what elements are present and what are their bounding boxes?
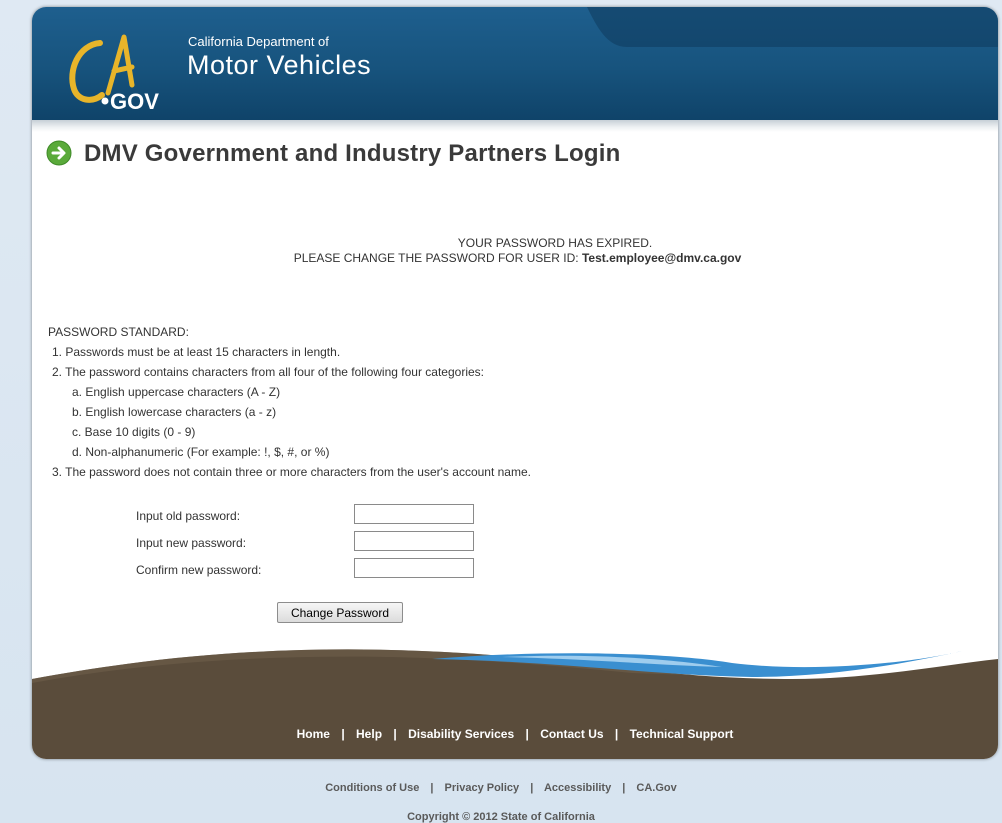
page-frame: GOV California Department of Motor Vehic…: [32, 7, 998, 759]
footer-link-home[interactable]: Home: [297, 727, 330, 741]
rule-account-name: 3. The password does not contain three o…: [52, 465, 531, 479]
header-highlight: [587, 7, 998, 47]
confirm-password-input[interactable]: [354, 558, 474, 578]
change-password-button[interactable]: Change Password: [277, 602, 403, 623]
category-digits: c. Base 10 digits (0 - 9): [72, 425, 196, 439]
new-password-label: Input new password:: [136, 536, 247, 550]
expired-message: YOUR PASSWORD HAS EXPIRED. PLEASE CHANGE…: [32, 236, 998, 266]
footer-link-contact-us[interactable]: Contact Us: [540, 727, 603, 741]
site-header: GOV California Department of Motor Vehic…: [32, 7, 998, 120]
dept-subtitle: California Department of: [188, 34, 329, 49]
legal-separator: |: [530, 782, 534, 794]
old-password-input[interactable]: [354, 504, 474, 524]
old-password-label: Input old password:: [136, 509, 241, 523]
legal-separator: |: [430, 782, 434, 794]
link-accessibility[interactable]: Accessibility: [544, 782, 611, 794]
footer-separator: |: [525, 727, 529, 741]
dept-title: Motor Vehicles: [187, 50, 372, 80]
change-password-line: PLEASE CHANGE THE PASSWORD FOR USER ID: …: [32, 251, 998, 266]
password-standard: PASSWORD STANDARD: 1. Passwords must be …: [48, 322, 531, 482]
legal-nav: Conditions of Use | Privacy Policy | Acc…: [0, 782, 1002, 794]
footer-nav: Home | Help | Disability Services | Cont…: [32, 727, 998, 741]
svg-text:GOV: GOV: [110, 89, 159, 113]
legal-separator: |: [622, 782, 626, 794]
user-id: Test.employee@dmv.ca.gov: [581, 251, 742, 265]
link-privacy-policy[interactable]: Privacy Policy: [445, 782, 520, 794]
footer-separator: |: [393, 727, 397, 741]
ca-gov-logo-icon: GOV: [69, 34, 159, 113]
link-conditions-of-use[interactable]: Conditions of Use: [325, 782, 419, 794]
arrow-right-circle-icon: [46, 140, 72, 166]
footer-link-disability-services[interactable]: Disability Services: [408, 727, 514, 741]
footer-separator: |: [614, 727, 619, 741]
confirm-password-label: Confirm new password:: [136, 563, 262, 577]
standard-heading: PASSWORD STANDARD:: [48, 325, 189, 339]
new-password-input[interactable]: [354, 531, 474, 551]
expired-line: YOUR PASSWORD HAS EXPIRED.: [457, 236, 653, 250]
copyright: Copyright © 2012 State of California: [407, 811, 595, 823]
page-title: DMV Government and Industry Partners Log…: [84, 140, 621, 167]
rule-length: 1. Passwords must be at least 15 charact…: [52, 345, 341, 359]
footer-separator: |: [341, 727, 345, 741]
link-ca-gov[interactable]: CA.Gov: [636, 782, 676, 794]
category-nonalphanumeric: d. Non-alphanumeric (For example: !, $, …: [72, 445, 330, 459]
rule-categories: 2. The password contains characters from…: [52, 365, 484, 379]
category-lowercase: b. English lowercase characters (a - z): [72, 405, 277, 419]
change-prefix: PLEASE CHANGE THE PASSWORD FOR USER ID:: [293, 251, 579, 265]
footer-link-technical-support[interactable]: Technical Support: [630, 727, 734, 741]
footer-link-help[interactable]: Help: [356, 727, 382, 741]
header-divider: [32, 120, 998, 132]
category-uppercase: a. English uppercase characters (A - Z): [72, 385, 281, 399]
